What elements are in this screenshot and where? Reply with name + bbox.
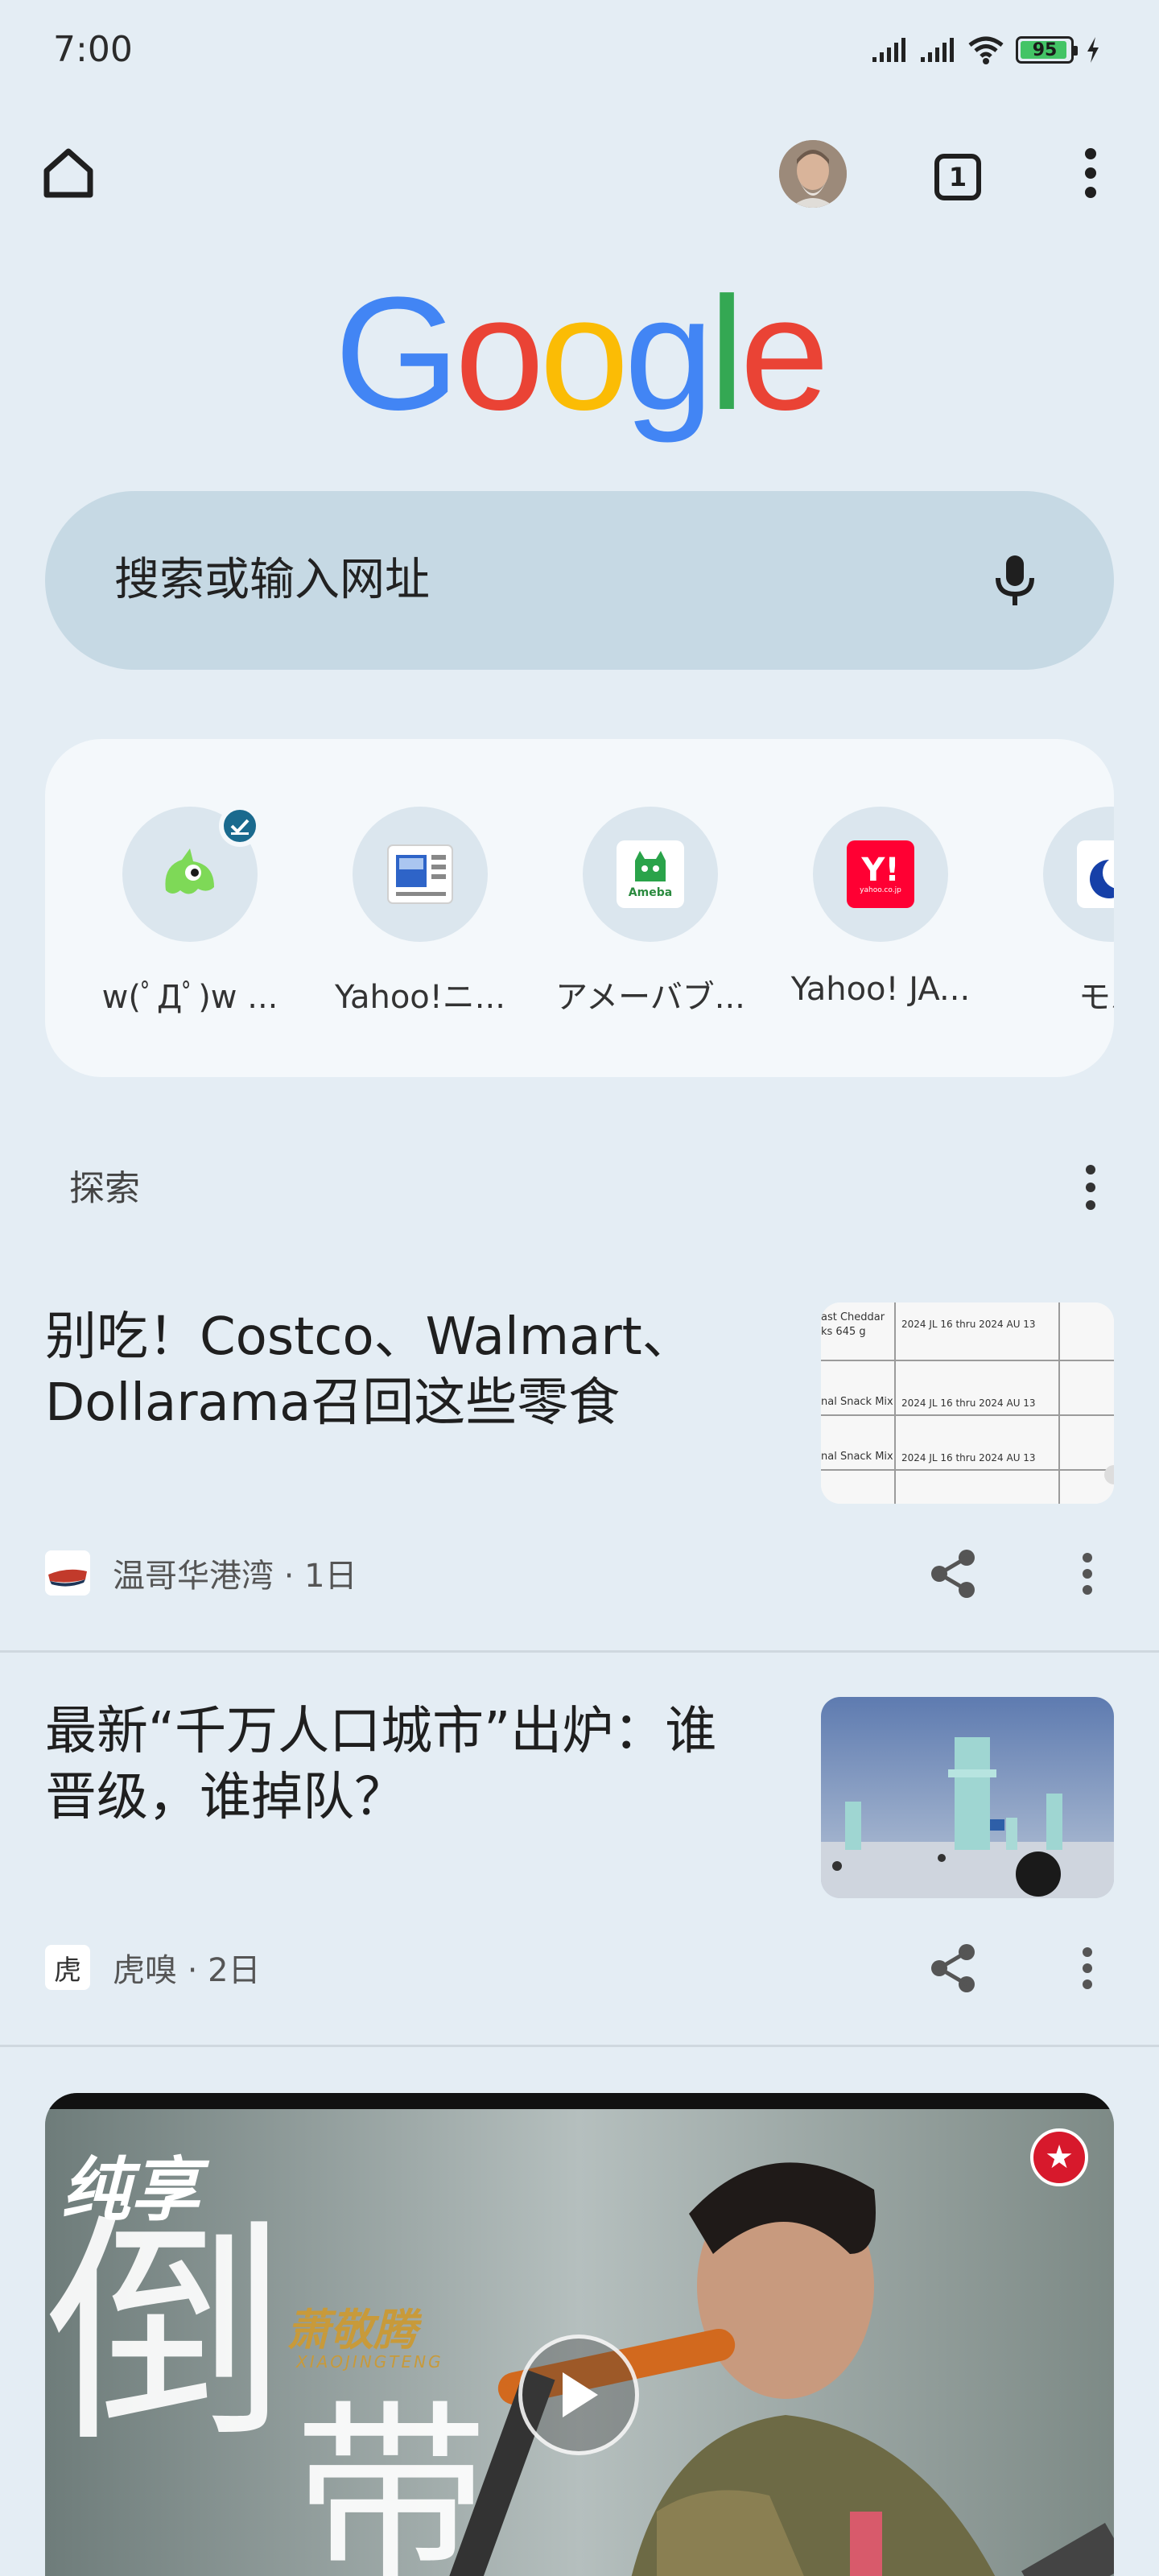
chrome-new-tab-page: 7:00 95 1 Google 搜索或输入网址 w(ﾟДﾟ)w ... Yah… xyxy=(0,0,1159,2576)
more-vert-icon xyxy=(1083,1947,1092,1989)
thumb-cell: 2024 JL 16 thru 2024 AU 13 xyxy=(901,1397,1036,1409)
shortcut-label: w(ﾟДﾟ)w ... xyxy=(101,979,278,1016)
discover-label: 探索 xyxy=(69,1168,140,1209)
share-button[interactable] xyxy=(918,1932,990,2004)
signal-icon xyxy=(921,38,954,62)
more-vert-icon xyxy=(1083,1553,1092,1595)
signal-icon xyxy=(872,38,905,62)
profile-photo xyxy=(779,140,847,208)
tab-switcher-button[interactable]: 1 xyxy=(922,145,994,209)
yahoo-logo-text: Y! xyxy=(861,852,900,889)
shortcut-tile[interactable]: Y! yahoo.co.jp Yahoo! JA... xyxy=(776,807,985,1008)
article-title-line: Dollarama召回这些零食 xyxy=(45,1373,621,1433)
shortcut-tile[interactable]: Ameba アメーバブ... xyxy=(546,807,755,1018)
ameba-icon: Ameba xyxy=(617,840,684,908)
google-logo: Google xyxy=(334,264,830,444)
more-vert-icon xyxy=(1086,1165,1095,1210)
source-name: 温哥华港湾 · 1日 xyxy=(113,1558,357,1595)
artist-name: 萧敬腾 xyxy=(287,2305,417,2355)
divider xyxy=(0,2045,1159,2047)
battery-percent: 95 xyxy=(1032,39,1058,60)
play-button[interactable] xyxy=(518,2334,639,2455)
divider xyxy=(0,1650,1159,1653)
more-menu-button[interactable] xyxy=(1054,137,1127,209)
thumb-cell: 2024 JL 16 thru 2024 AU 13 xyxy=(901,1452,1036,1463)
more-vert-icon xyxy=(1085,148,1096,198)
ameba-text: Ameba xyxy=(628,886,673,899)
play-icon xyxy=(563,2372,598,2417)
shortcut-label: モバ xyxy=(1079,979,1114,1016)
mic-icon[interactable] xyxy=(987,552,1043,609)
article-thumbnail[interactable]: ast Cheddar ks 645 g 2024 JL 16 thru 2024… xyxy=(821,1302,1114,1504)
shortcut-tile[interactable]: w(ﾟДﾟ)w ... xyxy=(85,805,295,1018)
avatar[interactable] xyxy=(779,140,847,208)
discover-menu-button[interactable] xyxy=(1054,1151,1127,1224)
home-button[interactable] xyxy=(32,137,105,209)
article-title-line: 别吃！Costco、Walmart、 xyxy=(45,1307,694,1367)
charging-icon xyxy=(1087,37,1099,63)
yahoo-icon: Y! yahoo.co.jp xyxy=(847,840,914,908)
article-title[interactable]: 最新“千万人口城市”出炉：谁 晋级，谁掉队？ xyxy=(45,1699,769,1831)
video-title-char: 带 xyxy=(295,2383,489,2576)
article-title-line: 最新“千万人口城市”出炉：谁 xyxy=(45,1702,717,1761)
source-logo-icon: 虎 xyxy=(45,1945,90,1990)
moon-icon xyxy=(1077,840,1114,908)
shortcut-tile[interactable]: モバ xyxy=(1006,807,1114,1018)
shortcuts-panel: w(ﾟДﾟ)w ... Yahoo!ニ... Ameba アメーバブ... Y!… xyxy=(45,739,1114,1077)
status-time: 7:00 xyxy=(53,29,133,70)
share-icon xyxy=(931,1550,975,1598)
article-source[interactable]: 温哥华港湾 · 1日 xyxy=(45,1549,357,1597)
yahoo-domain-text: yahoo.co.jp xyxy=(860,886,901,894)
thumb-cell: nal Snack Mix xyxy=(821,1451,893,1463)
video-title-char: 倒 xyxy=(45,2194,287,2475)
tab-count: 1 xyxy=(948,162,967,192)
check-icon xyxy=(219,805,261,847)
thumb-cell: ast Cheddar ks 645 g xyxy=(821,1311,885,1338)
channel-logo-icon: ★ xyxy=(1030,2128,1088,2186)
article-more-button[interactable] xyxy=(1051,1538,1124,1610)
thumb-cell: nal Snack Mix xyxy=(821,1396,893,1408)
shortcut-label: Yahoo! JA... xyxy=(790,971,971,1008)
share-button[interactable] xyxy=(918,1538,990,1610)
shortcut-tile[interactable]: Yahoo!ニ... xyxy=(316,807,525,1018)
shortcut-label: アメーバブ... xyxy=(555,979,745,1016)
shortcut-label: Yahoo!ニ... xyxy=(335,979,505,1016)
article-more-button[interactable] xyxy=(1051,1932,1124,2004)
green-monster-icon xyxy=(165,848,214,894)
news-icon xyxy=(387,844,453,904)
search-box[interactable]: 搜索或输入网址 xyxy=(45,491,1114,670)
article-title[interactable]: 别吃！Costco、Walmart、 Dollarama召回这些零食 xyxy=(45,1304,769,1436)
tab-switcher-icon: 1 xyxy=(934,154,981,200)
article-title-line: 晋级，谁掉队？ xyxy=(45,1768,406,1827)
source-logo-icon xyxy=(45,1550,90,1596)
article-thumbnail[interactable] xyxy=(821,1697,1114,1898)
artist-latin: XIAOJINGTENG xyxy=(296,2352,443,2372)
search-placeholder: 搜索或输入网址 xyxy=(114,554,430,606)
thumb-cell: 2024 JL 16 thru 2024 AU 13 xyxy=(901,1319,1036,1330)
wifi-icon xyxy=(968,36,1004,64)
battery-icon: 95 xyxy=(1016,36,1078,64)
source-name: 虎嗅 · 2日 xyxy=(113,1952,261,1989)
ice-city-image xyxy=(821,1697,1114,1898)
status-icons: 95 xyxy=(871,35,1101,64)
video-card[interactable]: 纯享 倒 带 萧敬腾 XIAOJINGTENG ★ xyxy=(45,2093,1114,2576)
article-source[interactable]: 虎 虎嗅 · 2日 xyxy=(45,1943,261,1992)
home-icon xyxy=(43,148,93,198)
share-icon xyxy=(931,1944,975,1992)
